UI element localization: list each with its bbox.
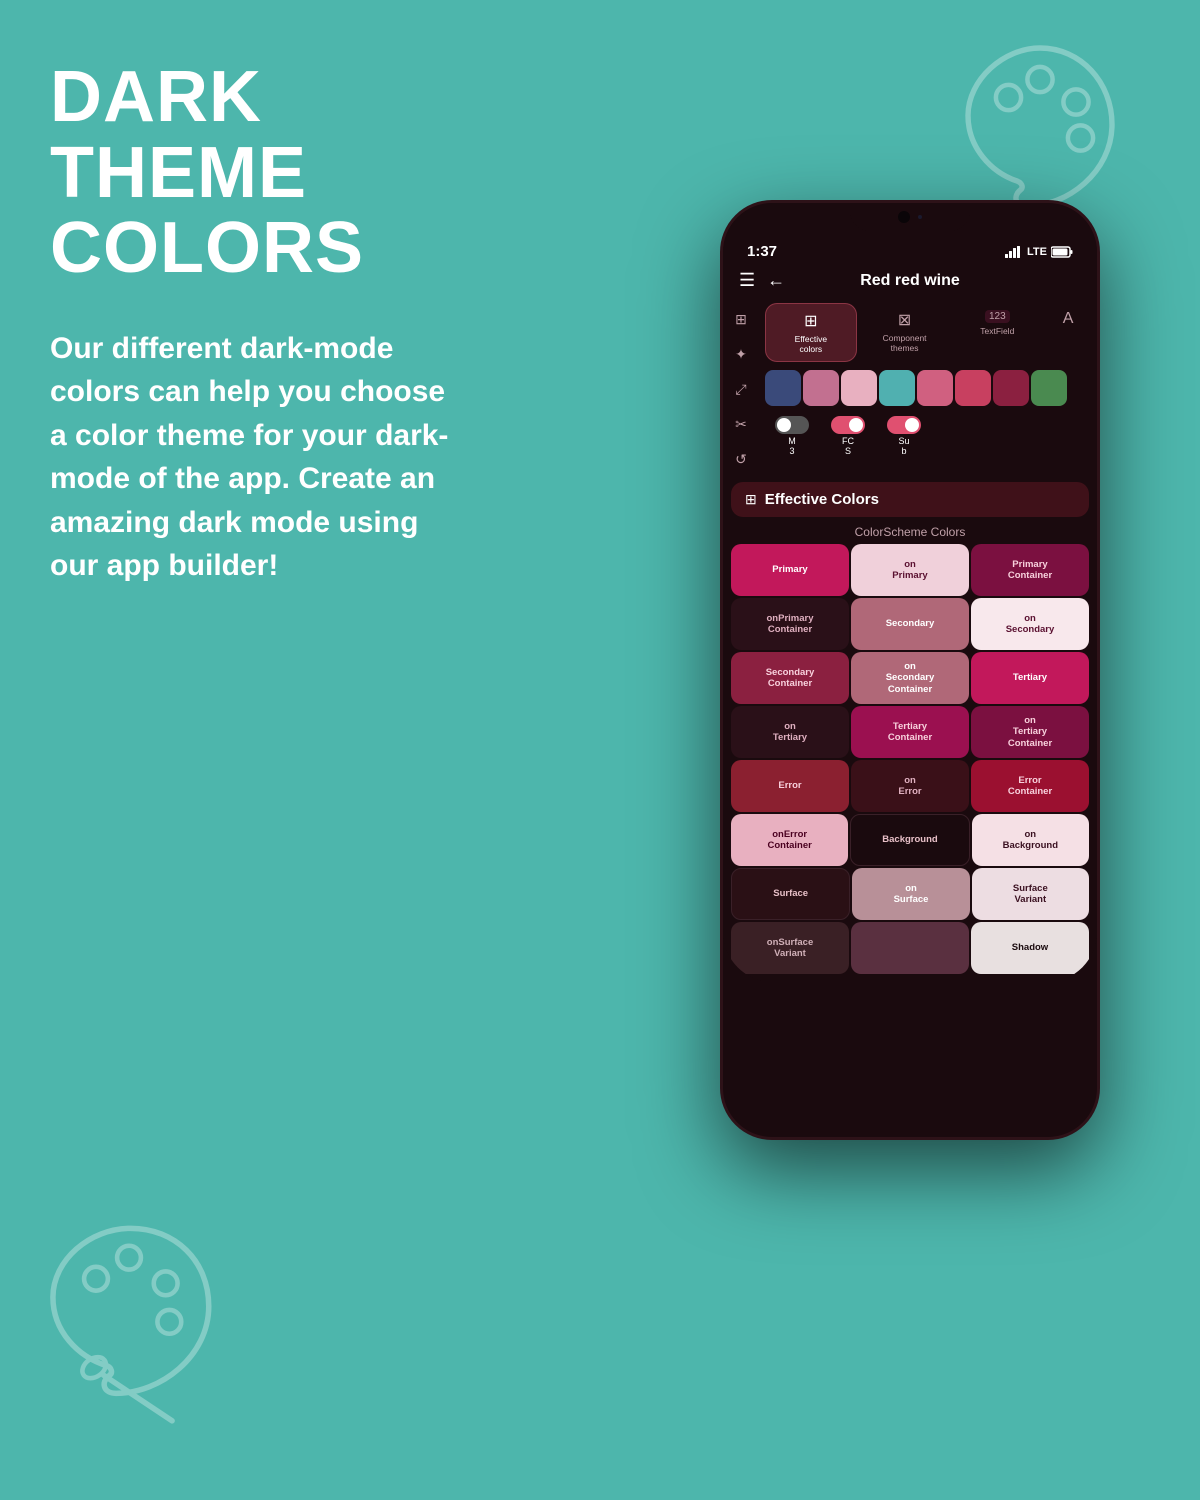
colorscheme-label: ColorScheme Colors: [723, 519, 1097, 541]
phone-notch: [850, 203, 970, 231]
background: DARK THEME COLORS Our different dark-mod…: [0, 0, 1200, 1500]
on-tertiary-cell: onTertiary: [731, 706, 849, 758]
on-error-container-cell: onErrorContainer: [731, 814, 848, 866]
secondary-container-cell: SecondaryContainer: [731, 652, 849, 704]
outline-cell: [851, 922, 969, 974]
color-row-1: Primary onPrimary PrimaryContainer: [731, 544, 1089, 596]
tab-component-themes[interactable]: ⊠ Componentthemes: [860, 303, 950, 362]
app-header: ☰ ← Red red wine: [723, 264, 1097, 299]
secondary-cell: Secondary: [851, 598, 969, 650]
sidebar-icons: ⊞ ✦ ⤢ ✂ ↺: [723, 299, 759, 480]
toggles-row: M3 FCS: [759, 410, 1097, 462]
fcs-toggle[interactable]: [831, 416, 865, 434]
description-text: Our different dark-mode colors can help …: [50, 327, 470, 588]
palette-bottom-left-icon: [30, 1200, 250, 1440]
scissors-icon[interactable]: ✂: [735, 416, 747, 433]
status-time: 1:37: [747, 243, 777, 260]
main-title: DARK THEME COLORS: [50, 60, 470, 287]
on-surface-cell: onSurface: [852, 868, 969, 920]
surface-variant-cell: SurfaceVariant: [972, 868, 1089, 920]
color-row-4: onTertiary TertiaryContainer onTertiaryC…: [731, 706, 1089, 758]
tab-effective-colors[interactable]: ⊞ Effectivecolors: [765, 303, 857, 362]
sun-icon[interactable]: ✦: [735, 346, 747, 363]
phone-frame: 1:37 LTE ☰ ← Red red wine: [720, 200, 1100, 1140]
left-content: DARK THEME COLORS Our different dark-mod…: [50, 60, 470, 588]
background-cell: Background: [850, 814, 969, 866]
tab-a[interactable]: A: [1045, 303, 1091, 362]
color-row-6: onErrorContainer Background onBackground: [731, 814, 1089, 866]
tab-textfield[interactable]: 123 TextField: [952, 303, 1042, 362]
refresh-icon[interactable]: ↺: [735, 451, 747, 468]
swatches-row: [759, 366, 1097, 410]
tab-bar: ⊞ Effectivecolors ⊠ Componentthemes 123 …: [759, 299, 1097, 366]
tertiary-cell: Tertiary: [971, 652, 1089, 704]
m3-toggle[interactable]: [775, 416, 809, 434]
color-row-8: onSurfaceVariant Shadow: [731, 922, 1089, 974]
on-tertiary-container-cell: onTertiaryContainer: [971, 706, 1089, 758]
color-row-2: onPrimaryContainer Secondary onSecondary: [731, 598, 1089, 650]
back-button[interactable]: ←: [767, 270, 785, 291]
error-cell: Error: [731, 760, 849, 812]
section-header: ⊞ Effective Colors: [731, 482, 1089, 517]
sub-toggle[interactable]: [887, 416, 921, 434]
phone-screen: 1:37 LTE ☰ ← Red red wine: [723, 203, 1097, 982]
on-background-cell: onBackground: [972, 814, 1089, 866]
error-container-cell: ErrorContainer: [971, 760, 1089, 812]
surface-cell: Surface: [731, 868, 850, 920]
primary-cell: Primary: [731, 544, 849, 596]
expand-icon[interactable]: ⤢: [735, 381, 746, 398]
on-error-cell: onError: [851, 760, 969, 812]
palette-top-right-icon: [950, 30, 1130, 210]
on-primary-cell: onPrimary: [851, 544, 969, 596]
header-title: Red red wine: [860, 272, 960, 290]
color-row-5: Error onError ErrorContainer: [731, 760, 1089, 812]
primary-container-cell: PrimaryContainer: [971, 544, 1089, 596]
menu-icon[interactable]: ☰: [739, 270, 755, 291]
phone-wrapper: 1:37 LTE ☰ ← Red red wine: [700, 200, 1120, 1140]
shadow-cell: Shadow: [971, 922, 1089, 974]
color-grid: Primary onPrimary PrimaryContainer onPri…: [723, 541, 1097, 982]
on-primary-container-cell: onPrimaryContainer: [731, 598, 849, 650]
on-secondary-container-cell: onSecondaryContainer: [851, 652, 969, 704]
grid-icon[interactable]: ⊞: [735, 311, 747, 328]
color-row-3: SecondaryContainer onSecondaryContainer …: [731, 652, 1089, 704]
color-row-7: Surface onSurface SurfaceVariant: [731, 868, 1089, 920]
tertiary-container-cell: TertiaryContainer: [851, 706, 969, 758]
on-secondary-cell: onSecondary: [971, 598, 1089, 650]
on-surface-variant-cell: onSurfaceVariant: [731, 922, 849, 974]
status-bar: 1:37 LTE: [723, 235, 1097, 264]
status-icons: LTE: [1005, 246, 1073, 258]
